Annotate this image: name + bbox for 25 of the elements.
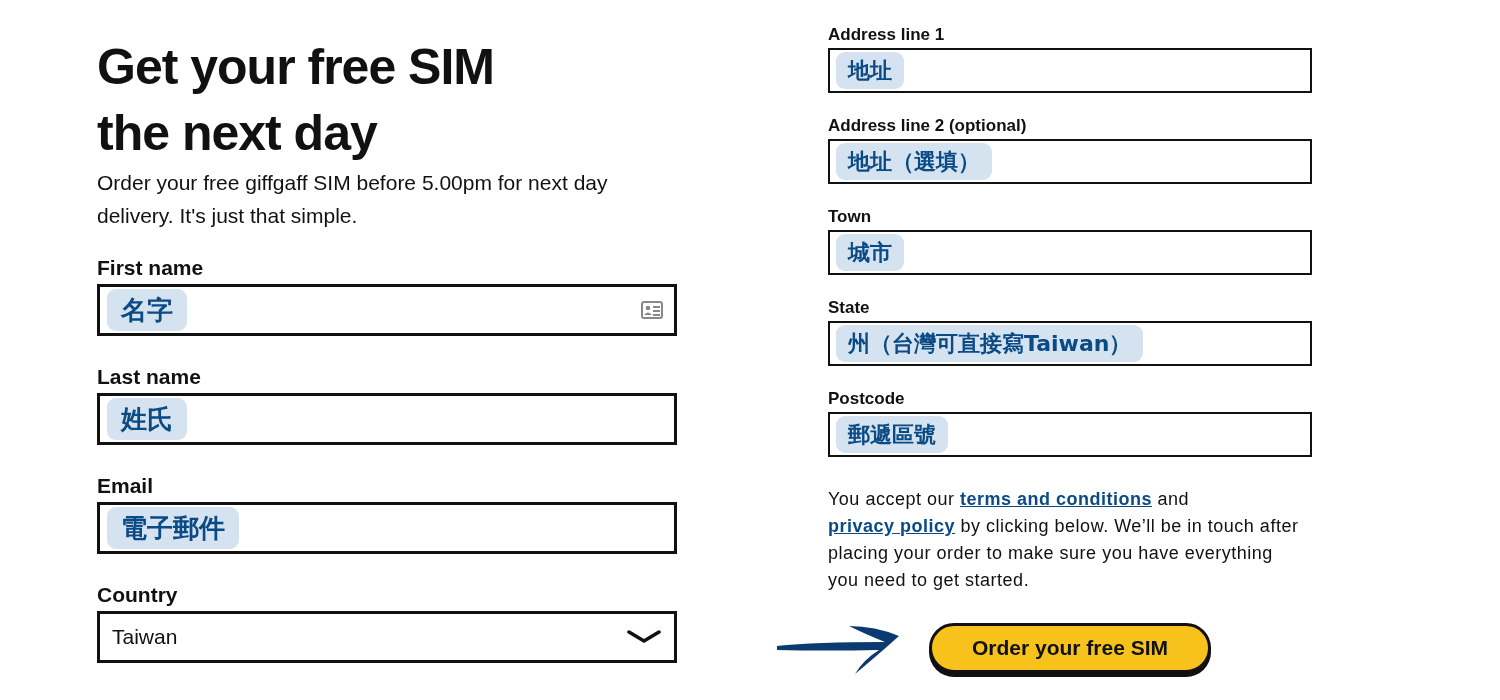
input-field[interactable]: 城市 [828, 230, 1312, 275]
field-label: Address line 1 [828, 24, 946, 46]
field-label: Last name [97, 364, 202, 390]
policy-link[interactable]: privacy policy [828, 516, 956, 536]
field-label: Postcode [828, 388, 906, 410]
policy-link[interactable]: terms and conditions [959, 489, 1152, 509]
page-heading: Get your free SIM the next day [97, 38, 495, 163]
consent-text: You accept our terms and conditions and privacy policy by clicking below. We’ll be in touch after placing your order to make sure you have everything you need to get started. [828, 488, 1300, 592]
input-field[interactable]: 地址（選填） [828, 139, 1312, 184]
input-field[interactable]: 地址 [828, 48, 1312, 93]
field-label: State [828, 297, 871, 319]
input-field[interactable]: 姓氏 [97, 393, 677, 445]
field-label: Address line 2 (optional) [828, 115, 1028, 137]
country-select[interactable]: Taiwan [97, 611, 677, 663]
input-field[interactable]: 名字 [97, 284, 677, 336]
field-label: Town [828, 206, 873, 228]
field-label: Country [97, 582, 179, 608]
input-field[interactable]: 電子郵件 [97, 502, 677, 554]
contact-card-icon[interactable] [641, 301, 663, 319]
intro-text: Order your free giffgaff SIM before 5.00pm for next day delivery. It's just that simple. [97, 170, 609, 229]
input-field[interactable]: 郵遞區號 [828, 412, 1312, 457]
field-label: Email [97, 473, 155, 499]
input-field[interactable]: 州（台灣可直接寫Taiwan） [828, 321, 1312, 366]
chevron-down-icon [627, 630, 661, 644]
field-label: First name [97, 255, 205, 281]
